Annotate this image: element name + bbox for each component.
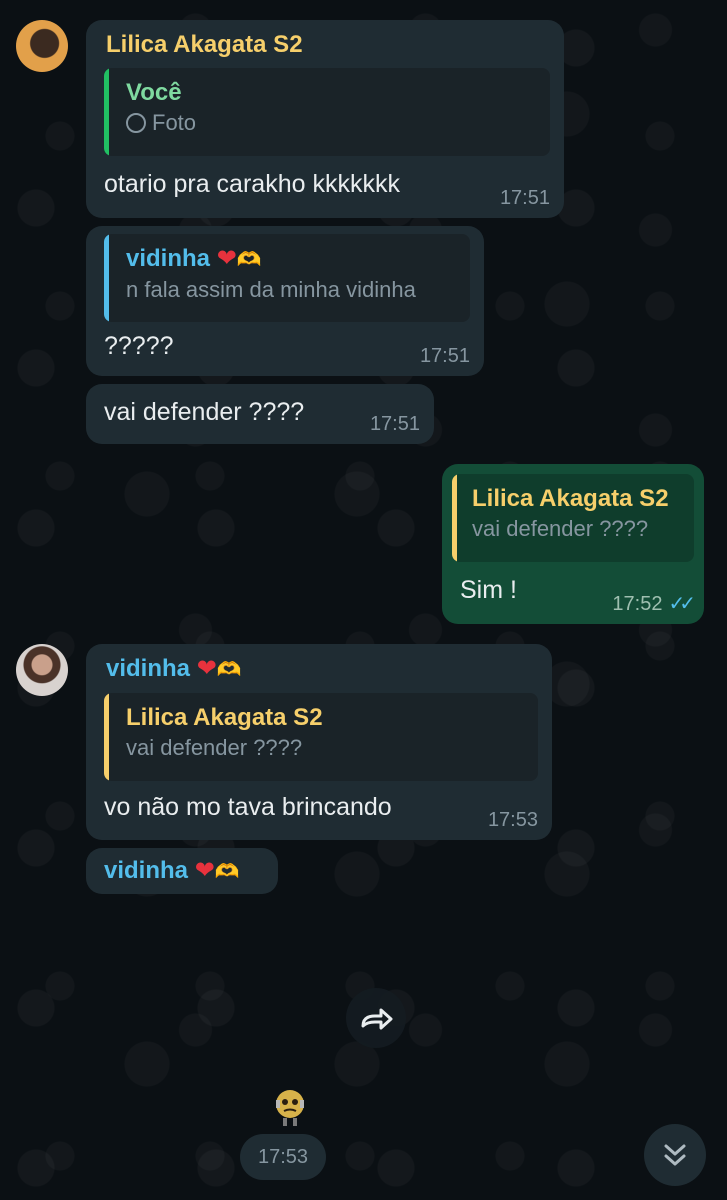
message-text: otario pra carakho kkkkkkk (104, 170, 400, 198)
message-bubble[interactable]: vidinha ❤🫶 (86, 848, 278, 894)
sender-name[interactable]: Lilica Akagata S2 (106, 30, 550, 60)
quoted-sender: vidinha (126, 245, 211, 272)
sticker-time: 17:53 (240, 1134, 326, 1180)
quoted-sender: Você (126, 79, 182, 106)
heart-hands-icon: 🫶 (216, 659, 242, 681)
quoted-message[interactable]: Lilica Akagata S2 vai defender ???? (452, 474, 694, 562)
quoted-text: vai defender ???? (472, 516, 649, 541)
double-chevron-down-icon[interactable] (644, 1124, 706, 1186)
heart-hands-icon: 🫶 (236, 249, 262, 271)
sticker[interactable] (264, 1086, 316, 1130)
quoted-sender-row: vidinha ❤🫶 (126, 244, 456, 275)
double-check-icon: ✓✓ (668, 593, 695, 615)
quoted-message[interactable]: Lilica Akagata S2 vai defender ???? (104, 693, 538, 781)
sender-name[interactable]: vidinha (104, 857, 188, 884)
heart-icon: ❤ (196, 655, 217, 682)
message-text: ????? (104, 332, 174, 360)
message-bubble[interactable]: Lilica Akagata S2 Você Foto otario pra c… (86, 20, 564, 218)
message-bubble[interactable]: vai defender ???? 17:51 (86, 384, 434, 444)
quoted-sender: Lilica Akagata S2 (126, 704, 323, 731)
message-time: 17:52 (612, 593, 663, 615)
message-time: 17:51 (419, 345, 470, 367)
quoted-text: vai defender ???? (126, 735, 303, 760)
quoted-message[interactable]: Você Foto (104, 68, 550, 156)
outgoing-message-bubble[interactable]: Lilica Akagata S2 vai defender ???? Sim … (442, 464, 704, 624)
quoted-text: n fala assim da minha vidinha (126, 277, 416, 302)
sender-row[interactable]: vidinha ❤🫶 (106, 654, 538, 685)
quoted-sender: Lilica Akagata S2 (472, 485, 669, 512)
heart-icon: ❤ (194, 857, 215, 884)
message-meta: 17:52 ✓✓ (612, 591, 695, 616)
avatar-vidinha[interactable] (16, 644, 68, 696)
message-bubble[interactable]: vidinha ❤🫶 n fala assim da minha vidinha… (86, 226, 484, 376)
heart-hands-icon: 🫶 (214, 861, 240, 883)
view-once-icon (126, 113, 146, 133)
message-time: 17:53 (487, 809, 538, 831)
quoted-message[interactable]: vidinha ❤🫶 n fala assim da minha vidinha (104, 234, 470, 322)
message-time: 17:51 (499, 187, 550, 209)
message-time: 17:51 (369, 413, 420, 435)
sender-row[interactable]: vidinha ❤🫶 (104, 856, 264, 887)
sender-name[interactable]: vidinha (106, 655, 190, 682)
forward-icon[interactable] (346, 988, 406, 1048)
message-text: vo não mo tava brincando (104, 793, 392, 821)
avatar-lilica[interactable] (16, 20, 68, 72)
heart-icon: ❤ (216, 245, 237, 272)
message-bubble[interactable]: vidinha ❤🫶 Lilica Akagata S2 vai defende… (86, 644, 552, 840)
quoted-text-row: Foto (126, 108, 536, 138)
quoted-text: Foto (152, 110, 197, 135)
